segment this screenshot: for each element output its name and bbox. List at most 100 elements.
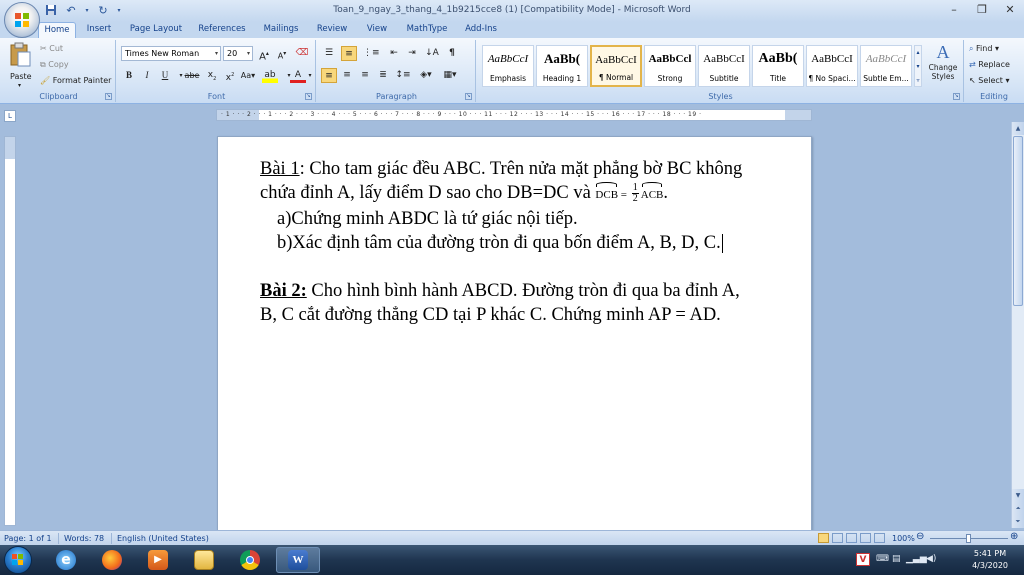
bullets-icon[interactable]: ☰	[321, 46, 337, 61]
style-name: Subtitle	[709, 74, 739, 83]
style-subtle-emphasis[interactable]: AaBbCcI Subtle Em...	[860, 45, 912, 87]
unikey-icon[interactable]: V	[856, 553, 870, 566]
style-title[interactable]: AaBb(Title	[752, 45, 804, 87]
file-explorer-taskbar[interactable]	[184, 547, 224, 573]
cut-button[interactable]: ✂ Cut	[40, 44, 63, 53]
change-styles-button[interactable]: A Change Styles	[924, 42, 962, 92]
zoom-in-icon[interactable]: ⊕	[1010, 531, 1018, 542]
outline-icon[interactable]	[860, 533, 871, 543]
close-button[interactable]: ✕	[996, 0, 1024, 18]
numbering-icon[interactable]: ≡	[341, 46, 357, 61]
internet-explorer-taskbar[interactable]: e	[46, 547, 86, 573]
highlight-icon[interactable]: ab	[262, 68, 278, 83]
keyboard-icon[interactable]: ⌨	[876, 554, 889, 564]
select-button[interactable]: ↖ Select ▾	[969, 76, 1010, 85]
office-button[interactable]	[4, 2, 40, 38]
show-marks-icon[interactable]: ¶	[444, 46, 460, 61]
word-taskbar[interactable]: W	[276, 547, 320, 573]
align-right-icon[interactable]: ≡	[357, 68, 373, 83]
next-page-icon[interactable]: ⏷	[1012, 515, 1024, 528]
clock[interactable]: 5:41 PM 4/3/2020	[972, 548, 1008, 572]
page-count[interactable]: Page: 1 of 1	[4, 533, 52, 544]
volume-icon[interactable]: ◀)	[926, 554, 936, 564]
zoom-level[interactable]: 100%	[892, 533, 915, 544]
font-color-dropdown-icon[interactable]: ▾	[306, 68, 314, 83]
scroll-thumb[interactable]	[1013, 136, 1023, 306]
style-subtitle[interactable]: AaBbCcI Subtitle	[698, 45, 750, 87]
network-icon[interactable]: ▤	[892, 554, 901, 564]
vertical-scrollbar[interactable]: ▲ ▼ ⏶ ⏷	[1011, 122, 1024, 528]
draft-icon[interactable]	[874, 533, 885, 543]
style-normal[interactable]: AaBbCcI ¶ Normal	[590, 45, 642, 87]
document-body[interactable]: Bài 1: Cho tam giác đều ABC. Trên nửa mặ…	[260, 157, 800, 327]
subscript-icon[interactable]: x2	[204, 68, 220, 83]
format-painter-button[interactable]: 🖌 Format Painter	[40, 76, 111, 85]
style-emphasis[interactable]: AaBbCcI Emphasis	[482, 45, 534, 87]
superscript-icon[interactable]: x2	[222, 68, 238, 83]
web-layout-icon[interactable]	[846, 533, 857, 543]
zoom-slider-thumb[interactable]	[966, 534, 971, 543]
tab-page-layout[interactable]: Page Layout	[126, 22, 186, 38]
tab-view[interactable]: View	[360, 22, 394, 38]
paste-button[interactable]: Paste ▾	[8, 42, 34, 89]
styles-scroll[interactable]: ▴ ▾ ▿	[914, 45, 922, 87]
shrink-font-icon[interactable]: A▾	[274, 46, 290, 61]
tab-mathtype[interactable]: MathType	[402, 22, 452, 38]
change-case-icon[interactable]: Aa▾	[240, 68, 256, 83]
align-center-icon[interactable]: ≡	[339, 68, 355, 83]
tab-mailings[interactable]: Mailings	[258, 22, 304, 38]
style-heading-1[interactable]: AaBb(Heading 1	[536, 45, 588, 87]
multilevel-list-icon[interactable]: ⋮≡	[363, 46, 380, 61]
previous-page-icon[interactable]: ⏶	[1012, 502, 1024, 515]
line-spacing-icon[interactable]: ↕≡	[395, 68, 411, 83]
copy-button[interactable]: ⧉ Copy	[40, 60, 69, 70]
underline-icon[interactable]: U	[157, 68, 173, 83]
clipboard-launcher-icon[interactable]: ↘	[105, 93, 112, 100]
bold-icon[interactable]: B	[121, 68, 137, 83]
maximize-button[interactable]: ❐	[968, 0, 996, 18]
chrome-taskbar[interactable]	[230, 547, 270, 573]
increase-indent-icon[interactable]: ⇥	[404, 46, 420, 61]
justify-icon[interactable]: ≣	[375, 68, 391, 83]
sort-icon[interactable]: ↓A	[424, 46, 440, 61]
tab-home[interactable]: Home	[38, 22, 76, 38]
tab-add-ins[interactable]: Add-Ins	[460, 22, 502, 38]
zoom-out-icon[interactable]: ⊖	[916, 531, 924, 542]
font-launcher-icon[interactable]: ↘	[305, 93, 312, 100]
media-player-taskbar[interactable]: ▶	[138, 547, 178, 573]
start-button[interactable]	[4, 546, 32, 574]
minimize-button[interactable]: –	[940, 0, 968, 18]
align-left-icon[interactable]: ≡	[321, 68, 337, 83]
paragraph-launcher-icon[interactable]: ↘	[465, 93, 472, 100]
scroll-up-icon[interactable]: ▲	[1012, 122, 1024, 135]
styles-launcher-icon[interactable]: ↘	[953, 93, 960, 100]
signal-icon[interactable]: ▁▃▅	[906, 554, 927, 564]
style-strong[interactable]: AaBbCcl Strong	[644, 45, 696, 87]
horizontal-ruler[interactable]: · 1 · · · 2 · · · 1 · · · 2 · · · 3 · · …	[216, 109, 812, 121]
borders-icon[interactable]: ▦▾	[442, 68, 458, 83]
font-color-icon[interactable]: A	[290, 68, 306, 83]
font-name-combo[interactable]: Times New Roman ▾	[121, 46, 221, 61]
font-size-combo[interactable]: 20 ▾	[223, 46, 253, 61]
tab-references[interactable]: References	[194, 22, 250, 38]
document-page[interactable]: Bài 1: Cho tam giác đều ABC. Trên nửa mặ…	[217, 136, 812, 532]
grow-font-icon[interactable]: A▴	[256, 46, 272, 62]
word-count[interactable]: Words: 78	[64, 533, 104, 544]
decrease-indent-icon[interactable]: ⇤	[386, 46, 402, 61]
tab-review[interactable]: Review	[312, 22, 352, 38]
find-button[interactable]: ⌕ Find ▾	[969, 44, 999, 54]
scroll-down-icon[interactable]: ▼	[1012, 489, 1024, 502]
language-indicator[interactable]: English (United States)	[117, 533, 209, 544]
shading-icon[interactable]: ◈▾	[418, 68, 434, 83]
vertical-ruler[interactable]	[4, 136, 16, 526]
firefox-taskbar[interactable]	[92, 547, 132, 573]
full-screen-reading-icon[interactable]	[832, 533, 843, 543]
clear-formatting-icon[interactable]: ⌫	[294, 46, 310, 61]
print-layout-icon[interactable]	[818, 533, 829, 543]
style-no-spacing[interactable]: AaBbCcI ¶ No Spaci...	[806, 45, 858, 87]
italic-icon[interactable]: I	[139, 68, 155, 83]
strikethrough-icon[interactable]: abe	[184, 68, 200, 83]
tab-insert[interactable]: Insert	[80, 22, 118, 38]
replace-button[interactable]: ⇄ Replace	[969, 60, 1010, 69]
tab-selector-icon[interactable]: L	[4, 110, 16, 122]
